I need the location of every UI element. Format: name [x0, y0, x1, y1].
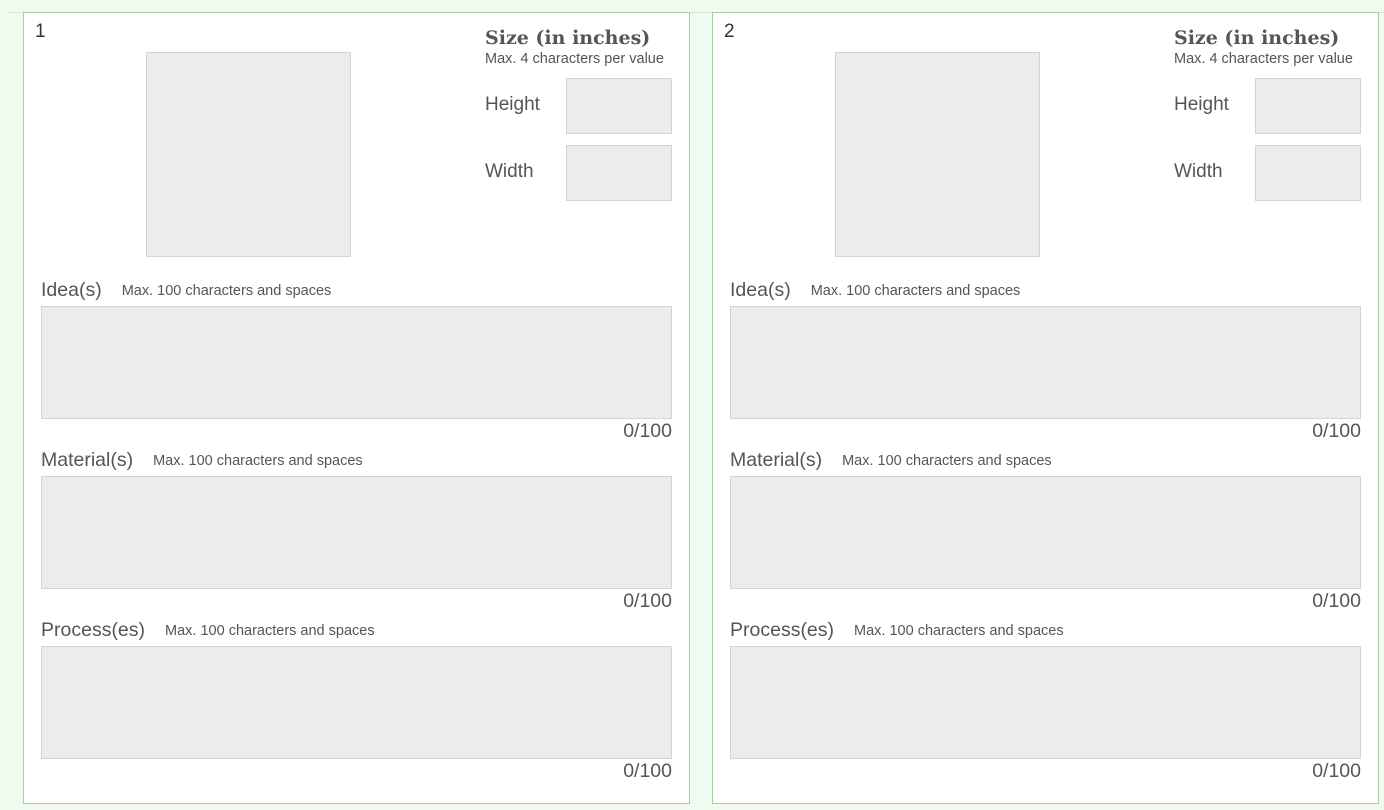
materials-label: Material(s) — [41, 449, 134, 471]
processes-label-row: Process(es) Max. 100 characters and space… — [41, 619, 375, 642]
height-label: Height — [1174, 94, 1229, 115]
ideas-label: Idea(s) — [41, 279, 102, 301]
materials-textarea[interactable] — [730, 476, 1361, 589]
ideas-char-counter: 0/100 — [1312, 420, 1361, 442]
processes-char-counter: 0/100 — [623, 760, 672, 782]
width-input[interactable] — [1255, 145, 1361, 201]
ideas-label: Idea(s) — [730, 279, 791, 301]
image-upload-box[interactable] — [835, 52, 1040, 257]
image-upload-box[interactable] — [146, 52, 351, 257]
processes-label: Process(es) — [41, 619, 146, 641]
size-hint: Max. 4 characters per value — [485, 51, 664, 67]
materials-char-counter: 0/100 — [1312, 590, 1361, 612]
processes-char-counter: 0/100 — [1312, 760, 1361, 782]
height-label: Height — [485, 94, 540, 115]
height-input[interactable] — [566, 78, 672, 134]
materials-label-row: Material(s) Max. 100 characters and space… — [730, 449, 1052, 472]
artwork-panel-2: 2 Size (in inches) Max. 4 characters per… — [712, 12, 1379, 804]
processes-label-row: Process(es) Max. 100 characters and space… — [730, 619, 1064, 642]
ideas-label-row: Idea(s) Max. 100 characters and spaces — [730, 279, 1020, 302]
materials-label-row: Material(s) Max. 100 characters and space… — [41, 449, 363, 472]
size-title: Size (in inches) — [1174, 27, 1340, 49]
ideas-hint: Max. 100 characters and spaces — [121, 283, 332, 299]
width-label: Width — [1174, 161, 1223, 182]
materials-textarea[interactable] — [41, 476, 672, 589]
panel-number: 1 — [35, 21, 46, 42]
processes-hint: Max. 100 characters and spaces — [165, 623, 375, 639]
ideas-textarea[interactable] — [730, 306, 1361, 419]
artwork-panel-1: 1 Size (in inches) Max. 4 characters per… — [23, 12, 690, 804]
ideas-label-row: Idea(s) Max. 100 characters and spaces — [41, 279, 331, 302]
materials-label: Material(s) — [730, 449, 823, 471]
height-input[interactable] — [1255, 78, 1361, 134]
ideas-textarea[interactable] — [41, 306, 672, 419]
size-hint: Max. 4 characters per value — [1174, 51, 1353, 67]
processes-hint: Max. 100 characters and spaces — [854, 623, 1064, 639]
processes-textarea[interactable] — [730, 646, 1361, 759]
panel-number: 2 — [724, 21, 735, 42]
materials-hint: Max. 100 characters and spaces — [842, 453, 1052, 469]
materials-hint: Max. 100 characters and spaces — [153, 453, 363, 469]
width-input[interactable] — [566, 145, 672, 201]
materials-char-counter: 0/100 — [623, 590, 672, 612]
width-label: Width — [485, 161, 534, 182]
ideas-char-counter: 0/100 — [623, 420, 672, 442]
size-title: Size (in inches) — [485, 27, 651, 49]
processes-label: Process(es) — [730, 619, 835, 641]
ideas-hint: Max. 100 characters and spaces — [810, 283, 1021, 299]
processes-textarea[interactable] — [41, 646, 672, 759]
